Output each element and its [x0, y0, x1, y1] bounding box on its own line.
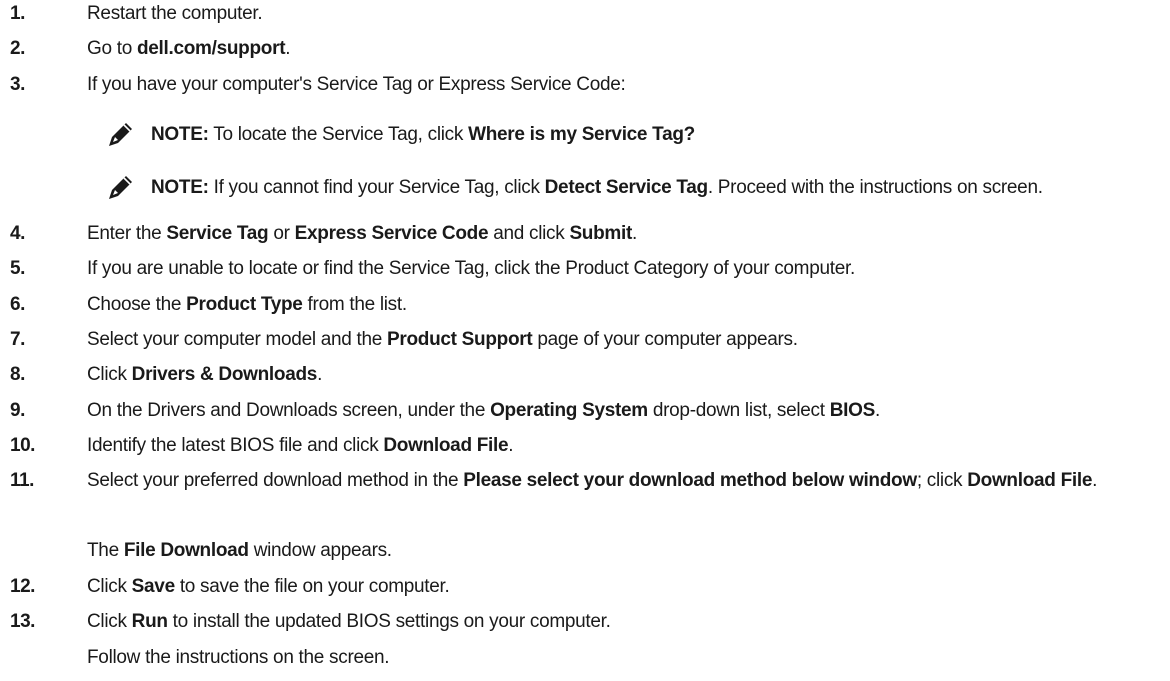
text-run: window appears. — [248, 540, 392, 561]
text-run: . — [508, 435, 514, 456]
step-number: 8. — [10, 364, 25, 385]
step-text: On the Drivers and Downloads screen, und… — [87, 399, 1168, 423]
text-run: . — [632, 223, 638, 244]
text-run: Follow the instructions on the screen. — [87, 647, 390, 668]
step-number: 2. — [10, 38, 25, 59]
step-text: Go to dell.com/support. — [87, 37, 1168, 61]
text-run: Click — [87, 576, 132, 597]
text-run: Enter the — [87, 223, 167, 244]
step-13-followup: Follow the instructions on the screen. — [87, 646, 390, 670]
bold-term: Download File — [967, 470, 1093, 491]
text-run: . — [1092, 470, 1098, 491]
text-run: Go to — [87, 38, 137, 59]
text-run: . Proceed with the instructions on scree… — [707, 177, 1043, 198]
step-number: 3. — [10, 74, 25, 95]
bold-term: Product Support — [387, 329, 533, 350]
bold-term: BIOS — [829, 400, 876, 421]
bold-term: Service Tag — [166, 223, 269, 244]
step-number: 13. — [10, 611, 35, 632]
bold-term: dell.com/support — [136, 38, 286, 59]
step-number: 4. — [10, 223, 25, 244]
text-run: If you cannot find your Service Tag, cli… — [208, 177, 545, 198]
step-text: Click Drivers & Downloads. — [87, 363, 1168, 387]
text-run: to install the updated BIOS settings on … — [167, 611, 611, 632]
bold-term: Product Type — [186, 294, 303, 315]
bold-term: NOTE: — [151, 177, 209, 198]
text-run: . — [317, 364, 323, 385]
text-run: ; click — [916, 470, 968, 491]
text-run: or — [268, 223, 295, 244]
bold-term: Download File — [383, 435, 509, 456]
bold-term: Run — [131, 611, 168, 632]
step-text: Select your computer model and the Produ… — [87, 328, 1168, 352]
text-run: Click — [87, 611, 132, 632]
text-run: Identify the latest BIOS file and click — [87, 435, 384, 456]
text-run: If you have your computer's Service Tag … — [87, 74, 626, 95]
text-run: from the list. — [302, 294, 408, 315]
text-run: . — [285, 38, 291, 59]
text-run: To locate the Service Tag, click — [208, 124, 469, 145]
step-11-followup: The File Download window appears. — [87, 539, 392, 563]
text-run: . — [874, 400, 880, 421]
text-run: Restart the computer. — [87, 3, 263, 24]
step-number: 6. — [10, 294, 25, 315]
text-run: On the Drivers and Downloads screen, und… — [87, 400, 491, 421]
step-number: 12. — [10, 576, 35, 597]
step-text: If you are unable to locate or find the … — [87, 257, 1168, 281]
text-run: The — [87, 540, 124, 561]
text-run: If you are unable to locate or find the … — [87, 258, 855, 279]
step-text: Click Run to install the updated BIOS se… — [87, 610, 1168, 634]
bold-term: Express Service Code — [294, 223, 489, 244]
step-text: Select your preferred download method in… — [87, 469, 1168, 493]
step-text: Enter the Service Tag or Express Service… — [87, 222, 1168, 246]
text-run: Click — [87, 364, 132, 385]
text-run: Choose the — [87, 294, 187, 315]
step-number: 5. — [10, 258, 25, 279]
text-run: Select your computer model and the — [87, 329, 388, 350]
step-text: Choose the Product Type from the list. — [87, 293, 1168, 317]
bios-update-instructions: 1. Restart the computer. 2. Go to dell.com… — [0, 0, 1170, 681]
step-text: Restart the computer. — [87, 2, 1168, 26]
step-text: Identify the latest BIOS file and click … — [87, 434, 1168, 458]
bold-term: Operating System — [490, 400, 648, 421]
text-run: to save the file on your computer. — [174, 576, 450, 597]
note-text: NOTE: To locate the Service Tag, click W… — [151, 123, 695, 147]
text-run: and click — [488, 223, 570, 244]
step-number: 9. — [10, 400, 25, 421]
bold-term: NOTE: — [151, 124, 209, 145]
bold-term: Detect Service Tag — [544, 177, 709, 198]
text-run: Select your preferred download method in… — [87, 470, 464, 491]
step-number: 11. — [10, 470, 34, 491]
step-number: 1. — [10, 3, 25, 24]
note-text: NOTE: If you cannot find your Service Ta… — [151, 176, 1043, 200]
note-pencil-icon — [109, 123, 132, 146]
bold-term: Drivers & Downloads — [131, 364, 318, 385]
note-pencil-icon — [109, 176, 132, 199]
bold-term: Submit — [569, 223, 633, 244]
bold-term: File Download — [123, 540, 249, 561]
step-number: 7. — [10, 329, 25, 350]
bold-term: Where is my Service Tag? — [468, 124, 695, 145]
bold-term: Save — [131, 576, 175, 597]
text-run: page of your computer appears. — [532, 329, 798, 350]
step-number: 10. — [10, 435, 35, 456]
text-run: drop-down list, select — [647, 400, 830, 421]
step-text: If you have your computer's Service Tag … — [87, 73, 1168, 97]
bold-term: Please select your download method below… — [463, 470, 917, 491]
step-text: Click Save to save the file on your comp… — [87, 575, 1168, 599]
